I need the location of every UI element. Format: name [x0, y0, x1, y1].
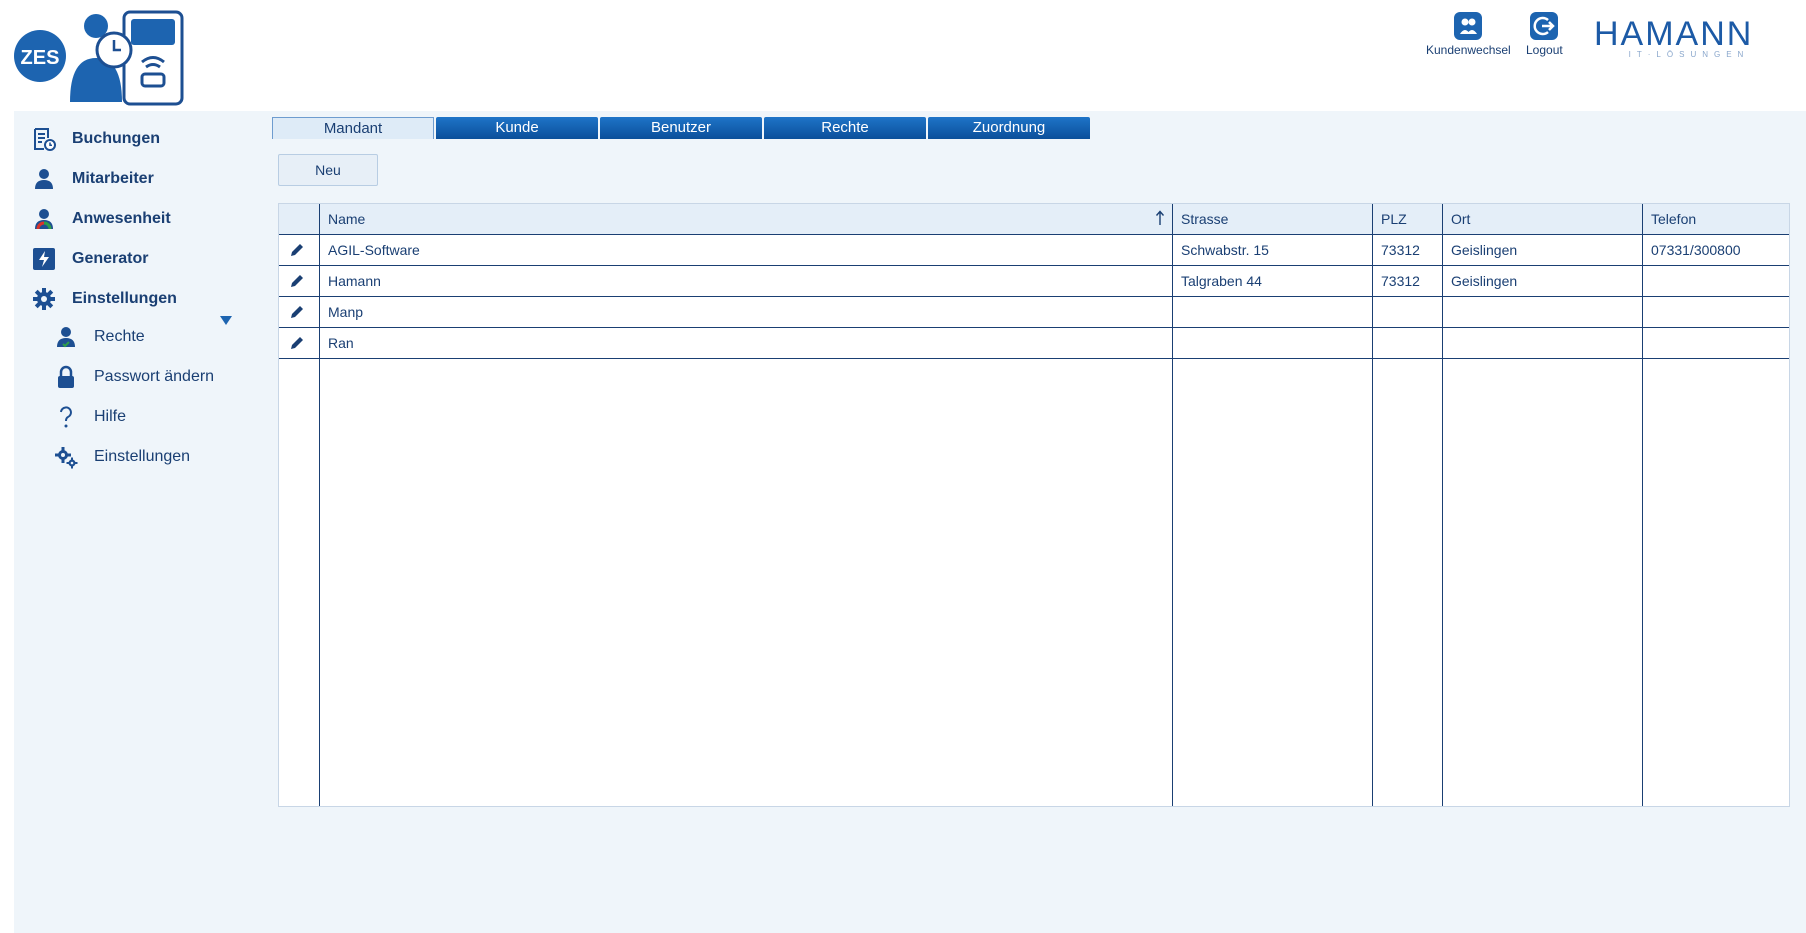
- table-header: Name Strasse PLZ Ort Telefon: [279, 204, 1789, 235]
- sidebar-subitem-label: Rechte: [94, 328, 145, 345]
- logout-button[interactable]: Logout: [1526, 12, 1563, 57]
- brand-name: HAMANN: [1594, 15, 1754, 53]
- sidebar-item-label: Einstellungen: [72, 290, 177, 307]
- sidebar-subitem-einstellungen[interactable]: Einstellungen: [54, 442, 190, 472]
- tab-rechte[interactable]: Rechte: [764, 117, 926, 139]
- cell-ort: Geislingen: [1451, 273, 1518, 289]
- gear-icon: [32, 287, 56, 311]
- sidebar-item-label: Mitarbeiter: [72, 170, 154, 187]
- cell-plz: 73312: [1381, 242, 1420, 258]
- hamann-brand: HAMANN IT·LÖSUNGEN: [1594, 16, 1784, 60]
- cell-plz: [1374, 328, 1381, 358]
- gears-icon: [54, 445, 78, 469]
- column-header-name[interactable]: Name: [321, 204, 1173, 234]
- sidebar-item-anwesenheit[interactable]: Anwesenheit: [32, 204, 171, 234]
- sidebar-item-label: Anwesenheit: [72, 210, 171, 227]
- lock-icon: [54, 365, 78, 389]
- app-header: ZES Kundenwechsel Logout HAMANN IT·LÖSUN…: [0, 0, 1806, 110]
- zes-logo: ZES: [14, 10, 184, 106]
- mandant-table: Name Strasse PLZ Ort Telefon AGIL-Softwa…: [278, 203, 1790, 807]
- question-icon: [54, 405, 78, 429]
- edit-pencil-icon[interactable]: [289, 304, 305, 320]
- new-button[interactable]: Neu: [278, 154, 378, 186]
- logout-icon: [1530, 12, 1559, 40]
- cell-telefon: [1644, 297, 1651, 327]
- presence-icon: [32, 207, 56, 231]
- cell-name: AGIL-Software: [328, 242, 420, 258]
- logo-text: ZES: [21, 47, 60, 69]
- logout-label: Logout: [1526, 43, 1563, 57]
- sidebar-item-einstellungen[interactable]: Einstellungen: [32, 284, 177, 314]
- tab-benutzer[interactable]: Benutzer: [600, 117, 762, 139]
- sidebar-subitem-label: Einstellungen: [94, 448, 191, 465]
- lightning-icon: [32, 247, 56, 271]
- sort-ascending-icon: [1155, 210, 1165, 225]
- sidebar-item-label: Buchungen: [72, 130, 160, 147]
- column-header-ort[interactable]: Ort: [1444, 204, 1644, 234]
- cell-telefon: [1644, 266, 1651, 296]
- bookings-icon: [32, 127, 56, 151]
- cell-strasse: [1174, 297, 1181, 327]
- customer-switch-icon: [1454, 12, 1483, 40]
- table-row[interactable]: Hamann Talgraben 44 73312 Geislingen: [279, 266, 1789, 297]
- table-row[interactable]: Manp: [279, 297, 1789, 328]
- sidebar-item-buchungen[interactable]: Buchungen: [32, 124, 160, 154]
- kundenwechsel-label: Kundenwechsel: [1426, 43, 1511, 57]
- cell-name: Ran: [328, 335, 354, 351]
- person-icon: [32, 167, 56, 191]
- tab-mandant[interactable]: Mandant: [272, 117, 434, 139]
- sidebar-subitem-passwort[interactable]: Passwort ändern: [54, 362, 214, 392]
- person-check-icon: [54, 325, 78, 349]
- cell-ort: [1444, 328, 1451, 358]
- tab-zuordnung[interactable]: Zuordnung: [928, 117, 1090, 139]
- cell-plz: [1374, 297, 1381, 327]
- tab-kunde[interactable]: Kunde: [436, 117, 598, 139]
- table-row[interactable]: Ran: [279, 328, 1789, 359]
- sidebar: Buchungen Mitarbeiter Anwesenheit Genera…: [14, 111, 254, 933]
- sidebar-subitem-label: Hilfe: [94, 408, 127, 425]
- column-header-telefon[interactable]: Telefon: [1644, 204, 1789, 234]
- sidebar-subitem-label: Passwort ändern: [94, 368, 215, 385]
- sidebar-subitem-rechte[interactable]: Rechte: [54, 322, 145, 352]
- kundenwechsel-button[interactable]: Kundenwechsel: [1426, 12, 1511, 57]
- cell-plz: 73312: [1381, 273, 1420, 289]
- sidebar-item-generator[interactable]: Generator: [32, 244, 148, 274]
- column-header-strasse[interactable]: Strasse: [1174, 204, 1374, 234]
- cell-ort: Geislingen: [1451, 242, 1518, 258]
- cell-name: Hamann: [328, 273, 381, 289]
- app-area: Buchungen Mitarbeiter Anwesenheit Genera…: [14, 111, 1806, 933]
- sidebar-subitem-hilfe[interactable]: Hilfe: [54, 402, 126, 432]
- edit-pencil-icon[interactable]: [289, 242, 305, 258]
- cell-name: Manp: [328, 304, 364, 320]
- sidebar-item-label: Generator: [72, 250, 149, 267]
- edit-pencil-icon[interactable]: [289, 273, 305, 289]
- cell-strasse: [1174, 328, 1181, 358]
- column-header-plz[interactable]: PLZ: [1374, 204, 1444, 234]
- cell-strasse: Talgraben 44: [1181, 273, 1262, 289]
- cell-telefon: 07331/300800: [1651, 242, 1741, 258]
- cell-strasse: Schwabstr. 15: [1181, 242, 1269, 258]
- edit-pencil-icon[interactable]: [289, 335, 305, 351]
- table-row[interactable]: AGIL-Software Schwabstr. 15 73312 Geisli…: [279, 235, 1789, 266]
- chevron-down-icon[interactable]: [220, 316, 232, 325]
- cell-telefon: [1644, 328, 1651, 358]
- cell-ort: [1444, 297, 1451, 327]
- sidebar-item-mitarbeiter[interactable]: Mitarbeiter: [32, 164, 154, 194]
